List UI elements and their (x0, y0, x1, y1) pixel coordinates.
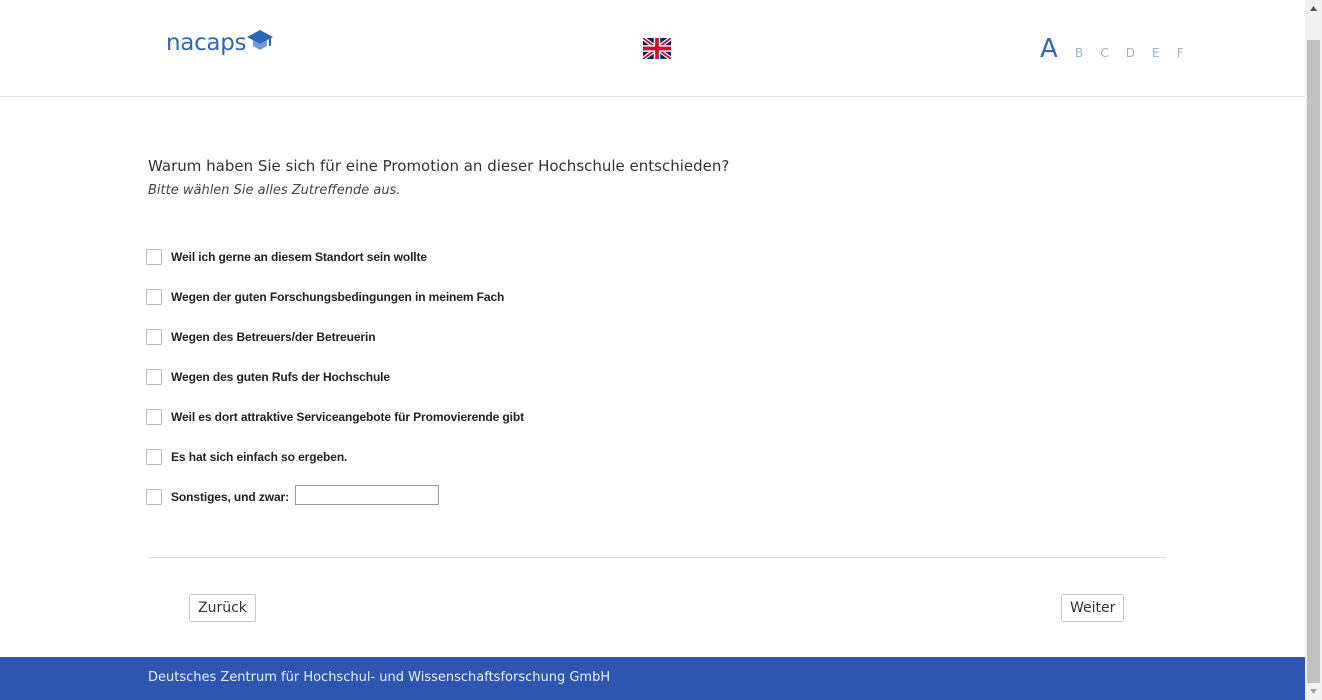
option-label[interactable]: Sonstiges, und zwar: (171, 489, 289, 505)
progress-step: B (1074, 46, 1084, 60)
checkbox[interactable] (146, 289, 162, 305)
footer: Deutsches Zentrum für Hochschul- und Wis… (0, 657, 1305, 700)
option-row[interactable]: Wegen der guten Forschungsbedingungen in… (146, 289, 846, 329)
progress-step: D (1125, 46, 1135, 60)
answer-options: Weil ich gerne an diesem Standort sein w… (146, 249, 846, 529)
checkbox[interactable] (146, 369, 162, 385)
progress-step: C (1100, 46, 1109, 60)
option-label[interactable]: Wegen der guten Forschungsbedingungen in… (171, 289, 504, 305)
option-label[interactable]: Wegen des Betreuers/der Betreuerin (171, 329, 376, 345)
checkbox[interactable] (146, 249, 162, 265)
vertical-scrollbar[interactable] (1305, 0, 1322, 700)
option-row-other[interactable]: Sonstiges, und zwar: (146, 485, 846, 529)
checkbox[interactable] (146, 329, 162, 345)
option-row[interactable]: Wegen des Betreuers/der Betreuerin (146, 329, 846, 369)
divider (148, 557, 1166, 558)
option-row[interactable]: Wegen des guten Rufs der Hochschule (146, 369, 846, 409)
graduation-cap-icon (247, 30, 273, 50)
footer-text: Deutsches Zentrum für Hochschul- und Wis… (148, 670, 611, 685)
next-button[interactable]: Weiter (1061, 594, 1125, 622)
option-label[interactable]: Weil ich gerne an diesem Standort sein w… (171, 249, 427, 265)
question-instruction: Bitte wählen Sie alles Zutreffende aus. (148, 183, 401, 198)
scroll-up-arrow-icon[interactable] (1305, 0, 1322, 17)
progress-step: F (1176, 46, 1184, 60)
progress-current-step: A (1040, 34, 1058, 64)
survey-page: nacaps A B C D E F Warum haben Sie sich … (0, 0, 1305, 700)
checkbox[interactable] (146, 409, 162, 425)
scroll-down-arrow-icon[interactable] (1305, 683, 1322, 700)
option-label[interactable]: Es hat sich einfach so ergeben. (171, 449, 347, 465)
option-label[interactable]: Wegen des guten Rufs der Hochschule (171, 369, 390, 385)
checkbox[interactable] (146, 489, 162, 505)
back-button[interactable]: Zurück (189, 594, 256, 622)
option-row[interactable]: Weil es dort attraktive Serviceangebote … (146, 409, 846, 449)
progress-step: E (1152, 46, 1160, 60)
checkbox[interactable] (146, 449, 162, 465)
question-text: Warum haben Sie sich für eine Promotion … (148, 157, 730, 175)
header: nacaps A B C D E F (0, 0, 1305, 97)
uk-flag-icon[interactable] (643, 38, 671, 59)
nacaps-logo: nacaps (166, 30, 273, 70)
logo-text: nacaps (166, 30, 247, 56)
progress-indicator: A B C D E F (1040, 34, 1184, 64)
option-row[interactable]: Es hat sich einfach so ergeben. (146, 449, 846, 489)
option-label[interactable]: Weil es dort attraktive Serviceangebote … (171, 409, 524, 425)
scrollbar-thumb[interactable] (1307, 40, 1320, 683)
other-text-input[interactable] (295, 485, 440, 505)
option-row[interactable]: Weil ich gerne an diesem Standort sein w… (146, 249, 846, 289)
